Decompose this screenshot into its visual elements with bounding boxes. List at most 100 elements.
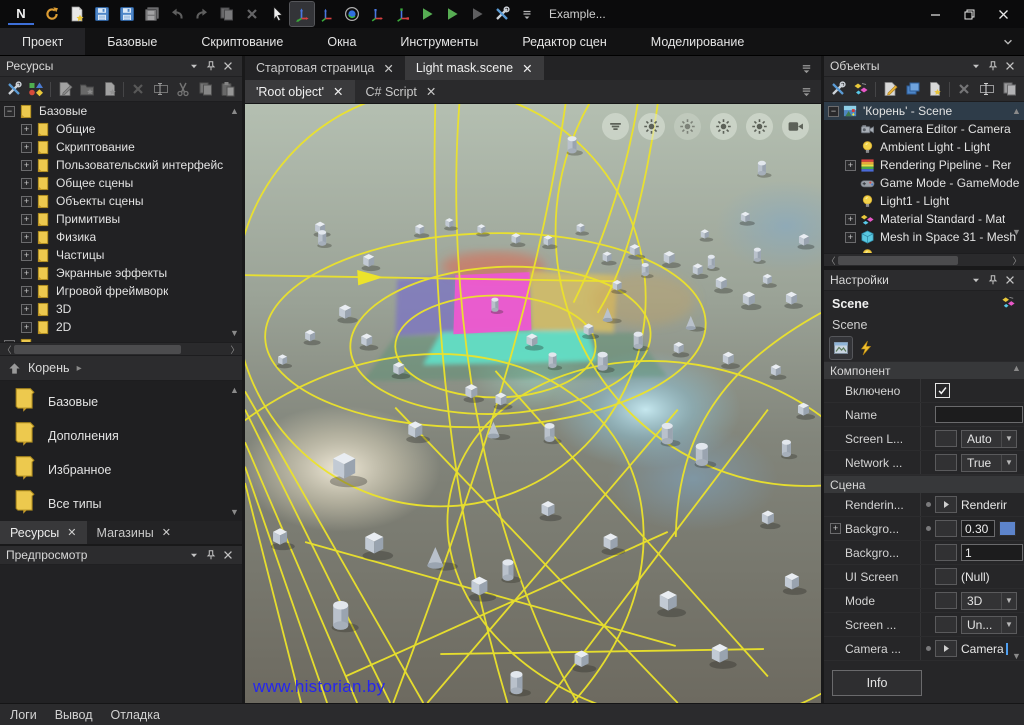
- pin-icon[interactable]: [202, 547, 219, 563]
- tab-close-icon[interactable]: ✕: [383, 61, 393, 76]
- object-row[interactable]: [824, 246, 1024, 253]
- close-panel-icon[interactable]: [219, 547, 236, 563]
- plus-expander-icon[interactable]: +: [845, 160, 856, 171]
- property-options-button[interactable]: [935, 568, 957, 585]
- minus-expander-icon[interactable]: −: [828, 106, 839, 117]
- sun-button[interactable]: [638, 113, 665, 140]
- settings-wrench-button[interactable]: [827, 79, 849, 100]
- plus-expander-icon[interactable]: +: [845, 232, 856, 243]
- color-swatch[interactable]: [999, 521, 1016, 536]
- scroll-down-icon[interactable]: ▼: [229, 507, 240, 517]
- property-options-button[interactable]: [935, 544, 957, 561]
- tab-close-icon[interactable]: ✕: [333, 84, 343, 99]
- paste-button[interactable]: [217, 79, 239, 100]
- panel-menu-icon[interactable]: [185, 58, 202, 74]
- toolbar-options-button[interactable]: [515, 2, 539, 26]
- tab-close-icon[interactable]: ✕: [162, 526, 171, 539]
- rename-button[interactable]: [976, 79, 998, 100]
- folder-item-Дополнения[interactable]: Дополнения: [0, 419, 242, 453]
- tab-Ресурсы[interactable]: Ресурсы✕: [0, 521, 87, 544]
- resources-folder-row[interactable]: +Частицы: [0, 246, 242, 264]
- folder-item-Базовые[interactable]: Базовые: [0, 385, 242, 419]
- sun-button[interactable]: [746, 113, 773, 140]
- new-folder-button[interactable]: [76, 79, 98, 100]
- close-button[interactable]: [986, 2, 1020, 26]
- tab-C#-Script[interactable]: C# Script✕: [355, 80, 448, 103]
- gizmo-transform-button[interactable]: [390, 2, 414, 26]
- delete-button[interactable]: [953, 79, 975, 100]
- panel-menu-icon[interactable]: [967, 272, 984, 288]
- select-cursor-button[interactable]: [265, 2, 289, 26]
- transform-colored-button[interactable]: [850, 79, 872, 100]
- resources-folder-row[interactable]: +3D: [0, 300, 242, 318]
- menu-item-Моделирование[interactable]: Моделирование: [629, 28, 767, 55]
- reference-arrow-button[interactable]: [935, 496, 957, 513]
- sun-dim-button[interactable]: [674, 113, 701, 140]
- menu-item-Проект[interactable]: Проект: [0, 28, 85, 55]
- new-file-button[interactable]: [99, 79, 121, 100]
- plus-expander-icon[interactable]: +: [21, 250, 32, 261]
- property-dropdown[interactable]: Un...▼: [961, 616, 1017, 634]
- object-row[interactable]: Camera Editor - Camera: [824, 120, 1024, 138]
- gizmo-move-button[interactable]: [290, 2, 314, 26]
- primitives-palette-button[interactable]: [26, 79, 48, 100]
- menu-item-Окна[interactable]: Окна: [305, 28, 378, 55]
- menu-item-Редактор сцен[interactable]: Редактор сцен: [500, 28, 628, 55]
- reference-arrow-button[interactable]: [935, 640, 957, 657]
- edit-page-button[interactable]: [54, 79, 76, 100]
- scroll-down-icon[interactable]: ▼: [1011, 651, 1022, 661]
- tab-close-icon[interactable]: ✕: [426, 84, 436, 99]
- folder-item-Все типы[interactable]: Все типы: [0, 487, 242, 521]
- resources-folder-row[interactable]: +Игровой фреймворк: [0, 282, 242, 300]
- plus-expander-icon[interactable]: +: [21, 304, 32, 315]
- tab-Light-mask-scene[interactable]: Light mask.scene✕: [405, 56, 544, 80]
- menu-overflow-chevron-icon[interactable]: [992, 28, 1024, 55]
- plus-expander-icon[interactable]: +: [21, 322, 32, 333]
- new-component-button[interactable]: [902, 79, 924, 100]
- play-button[interactable]: [415, 2, 439, 26]
- breadcrumb-root[interactable]: Корень: [28, 361, 70, 375]
- plus-expander-icon[interactable]: +: [21, 286, 32, 297]
- resources-folder-row[interactable]: +Экранные эффекты: [0, 264, 242, 282]
- plus-expander-icon[interactable]: +: [21, 142, 32, 153]
- pin-icon[interactable]: [202, 58, 219, 74]
- object-row[interactable]: Game Mode - GameMode: [824, 174, 1024, 192]
- objects-tree-hscrollbar[interactable]: 〈〉: [824, 253, 1024, 266]
- object-row[interactable]: +Rendering Pipeline - Rer: [824, 156, 1024, 174]
- refresh-button[interactable]: [40, 2, 64, 26]
- info-button[interactable]: Info: [832, 670, 922, 696]
- gizmo-sphere-button[interactable]: [340, 2, 364, 26]
- tab-close-icon[interactable]: ✕: [522, 61, 532, 76]
- delete-button[interactable]: [127, 79, 149, 100]
- status-item-Вывод[interactable]: Вывод: [55, 708, 93, 722]
- close-panel-icon[interactable]: [1001, 58, 1018, 74]
- scroll-down-icon[interactable]: ▼: [1011, 227, 1022, 237]
- scroll-up-icon[interactable]: ▲: [229, 385, 240, 395]
- events-lightning-button[interactable]: [855, 337, 877, 359]
- resources-folder-row[interactable]: +Объекты сцены: [0, 192, 242, 210]
- edit-page-button[interactable]: [879, 79, 901, 100]
- plus-expander-icon[interactable]: +: [21, 124, 32, 135]
- menu-item-Скриптование[interactable]: Скриптование: [179, 28, 305, 55]
- gizmo-rotate-button[interactable]: [315, 2, 339, 26]
- object-row[interactable]: Light1 - Light: [824, 192, 1024, 210]
- display-options-button[interactable]: [602, 113, 629, 140]
- tab-Магазины[interactable]: Магазины✕: [87, 521, 181, 544]
- resources-tree-hscrollbar[interactable]: 〈〉: [0, 342, 242, 355]
- scroll-up-icon[interactable]: ▲: [1011, 106, 1022, 116]
- pin-icon[interactable]: [984, 272, 1001, 288]
- close-panel-icon[interactable]: [219, 58, 236, 74]
- up-level-icon[interactable]: [8, 362, 21, 375]
- object-row[interactable]: Ambient Light - Light: [824, 138, 1024, 156]
- resources-folder-row[interactable]: +Физика: [0, 228, 242, 246]
- minus-expander-icon[interactable]: −: [4, 340, 15, 343]
- play-button[interactable]: [440, 2, 464, 26]
- sun-button[interactable]: [710, 113, 737, 140]
- close-panel-icon[interactable]: [1001, 272, 1018, 288]
- object-row[interactable]: +Material Standard - Mat: [824, 210, 1024, 228]
- property-options-button[interactable]: [935, 616, 957, 633]
- plus-expander-icon[interactable]: +: [21, 196, 32, 207]
- folder-item-Избранное[interactable]: Избранное: [0, 453, 242, 487]
- resources-folder-row[interactable]: +2D: [0, 318, 242, 336]
- copy-button[interactable]: [999, 79, 1021, 100]
